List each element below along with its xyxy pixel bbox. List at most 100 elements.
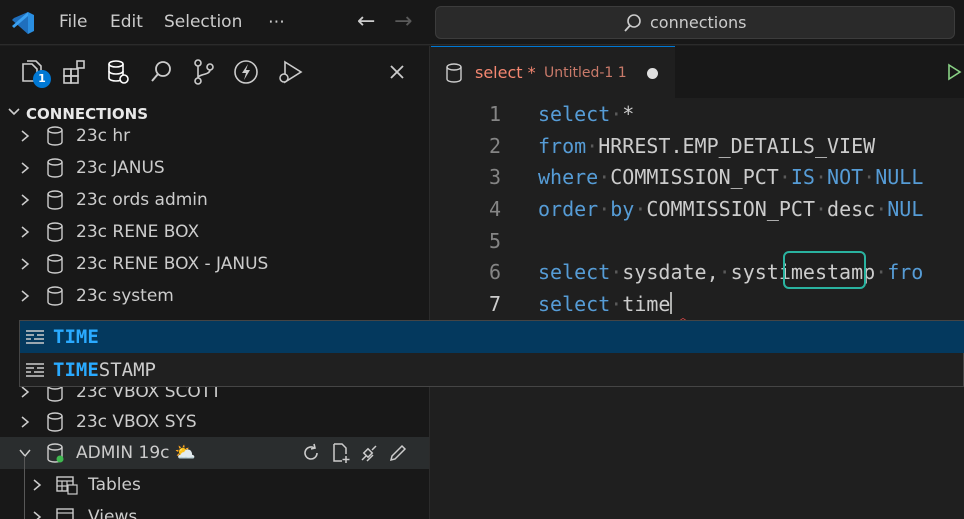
suggestion-item[interactable]: TIME [20, 321, 964, 353]
keyword: select [538, 102, 611, 126]
source-control-icon[interactable] [190, 58, 218, 86]
line-number: 6 [488, 260, 501, 284]
keyword: select [538, 292, 611, 316]
explorer-badge: 1 [33, 70, 51, 88]
chevron-right-icon [33, 479, 42, 491]
menu-more[interactable]: ⋯ [268, 11, 285, 33]
code-text: time [622, 292, 671, 316]
back-arrow-icon[interactable]: ← [357, 9, 375, 35]
suggestion-match: TIME [53, 326, 99, 348]
database-icon [47, 158, 63, 178]
weather-emoji-icon: ⛅ [174, 443, 197, 463]
tree-item-label: Tables [88, 475, 141, 495]
code-text: sysdate, [622, 260, 719, 284]
code-line-4: order·by·COMMISSION_PCT·desc·NUL [538, 197, 924, 221]
connection-item[interactable]: 23c VBOX SYS [0, 406, 429, 438]
keyword: by [610, 197, 635, 221]
database-icon [47, 254, 63, 274]
tab-problem-count: 1 [617, 65, 627, 81]
line-number: 2 [488, 134, 501, 158]
search-icon[interactable] [148, 58, 176, 86]
connection-item[interactable]: 23c RENE BOX - JANUS [0, 248, 429, 280]
connection-item[interactable]: 23c hr [0, 120, 429, 152]
chevron-right-icon [21, 290, 30, 302]
database-icon[interactable] [104, 58, 132, 86]
activity-toolbar: 1 [0, 46, 429, 100]
connection-item-admin-19c[interactable]: ADMIN 19c ⛅ [0, 437, 429, 469]
keyword: NOT [827, 165, 864, 189]
unsaved-dot-icon[interactable] [647, 68, 658, 79]
code-text: * [622, 102, 635, 126]
menu-selection[interactable]: Selection [164, 11, 242, 33]
database-icon [47, 222, 63, 242]
connection-label: 23c RENE BOX - JANUS [76, 254, 269, 274]
database-connected-icon [47, 443, 64, 463]
code-editor[interactable]: 1 2 3 4 5 6 7 select·* from·HRREST.EMP_D… [431, 98, 964, 519]
chevron-down-icon [19, 449, 31, 458]
connection-label: 23c RENE BOX [76, 222, 200, 242]
connection-item[interactable]: 23c system [0, 280, 429, 312]
keyword-icon [26, 363, 44, 377]
database-icon [47, 412, 63, 432]
edit-pencil-icon[interactable] [387, 442, 409, 464]
line-number: 5 [488, 229, 501, 253]
database-icon [47, 126, 63, 146]
menu-edit[interactable]: Edit [110, 11, 143, 33]
suggestion-rest: STAMP [98, 359, 156, 381]
menu-file[interactable]: File [59, 11, 87, 33]
code-text: HRREST.EMP_DETAILS_VIEW [598, 134, 876, 158]
connection-label: 23c hr [76, 126, 131, 146]
line-number: 3 [488, 165, 501, 189]
tree-indent-guide [24, 456, 25, 519]
keyword: select [538, 260, 611, 284]
forward-arrow-icon[interactable]: → [394, 9, 412, 35]
connection-name: ADMIN 19c [76, 443, 170, 463]
keyword: order [538, 197, 599, 221]
suggestion-match: TIME [53, 359, 99, 381]
connection-item[interactable]: 23c JANUS [0, 152, 429, 184]
vscode-logo-icon[interactable] [8, 9, 36, 37]
keyword: from [538, 134, 587, 158]
run-debug-icon[interactable] [276, 58, 304, 86]
chevron-right-icon [21, 416, 30, 428]
refresh-icon[interactable] [300, 442, 322, 464]
code-line-2: from·HRREST.EMP_DETAILS_VIEW [538, 134, 876, 158]
chevron-right-icon [21, 162, 30, 174]
tree-item-views[interactable]: Views [0, 501, 429, 519]
connection-label: 23c ords admin [76, 190, 208, 210]
connection-item[interactable]: 23c RENE BOX [0, 216, 429, 248]
tree-item-label: Views [88, 507, 138, 519]
line-number: 4 [488, 197, 501, 221]
connection-item[interactable]: 23c ords admin [0, 184, 429, 216]
tab-title: select * [475, 63, 536, 82]
lightning-icon[interactable] [232, 58, 260, 86]
connection-label: ADMIN 19c ⛅ [76, 443, 196, 463]
sidebar: 1 CONNECTIONS 23c hr 23c JANUS 23c ords … [0, 46, 430, 519]
tree-item-tables[interactable]: Tables [0, 469, 429, 501]
keyword: fro [887, 260, 924, 284]
database-icon [47, 286, 63, 306]
tab-untitled-1[interactable]: select * Untitled-1 1 [431, 46, 675, 98]
view-icon [56, 508, 74, 519]
run-play-icon[interactable] [946, 63, 962, 81]
suggestion-label: TIME [53, 325, 99, 349]
disconnect-plug-icon[interactable] [358, 442, 380, 464]
command-center-search[interactable]: connections [435, 6, 955, 39]
tab-file-name: Untitled-1 [544, 65, 614, 81]
chevron-right-icon [21, 226, 30, 238]
new-file-icon[interactable] [330, 442, 352, 464]
line-number: 7 [488, 292, 501, 316]
code-line-3: where·COMMISSION_PCT·IS·NOT·NULL [538, 165, 924, 189]
title-bar: File Edit Selection ⋯ ← → connections [0, 0, 964, 45]
editor-tab-bar: select * Untitled-1 1 [431, 46, 964, 98]
close-icon[interactable] [383, 58, 411, 86]
keyword: NUL [887, 197, 924, 221]
suggestion-label: TIMESTAMP [53, 358, 156, 382]
connection-label: 23c JANUS [76, 158, 165, 178]
suggestion-item[interactable]: TIMESTAMP [20, 354, 964, 386]
extensions-icon[interactable] [61, 58, 89, 86]
line-number: 1 [488, 102, 501, 126]
code-line-7: select·time [538, 292, 673, 316]
search-icon [624, 14, 641, 32]
word-highlight-box [783, 251, 866, 289]
